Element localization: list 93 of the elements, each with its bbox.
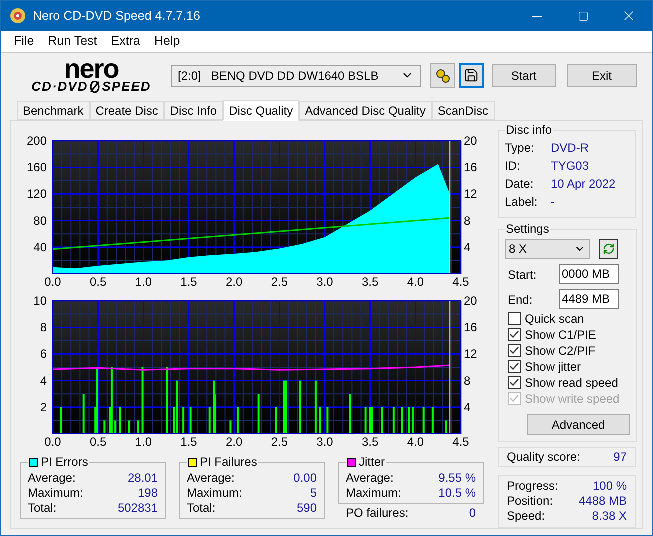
tick-label: 8 bbox=[464, 374, 471, 388]
tick-label: 1.0 bbox=[135, 275, 152, 289]
logo-text: nero bbox=[64, 58, 119, 80]
tick-label: 8 bbox=[40, 320, 47, 335]
info-label: Type: bbox=[505, 140, 536, 157]
tick-label: 16 bbox=[464, 160, 478, 175]
stat-label: Average: bbox=[28, 471, 76, 486]
checkbox-label: Show write speed bbox=[525, 390, 620, 408]
tick-label: 12 bbox=[464, 187, 478, 202]
field-label: Start: bbox=[508, 267, 538, 284]
stat-value: 590 bbox=[296, 501, 317, 516]
tick-label: 4.0 bbox=[407, 435, 424, 449]
group-title: Disc info bbox=[505, 122, 554, 139]
tick-label: 80 bbox=[34, 214, 47, 228]
tick-label: 20 bbox=[464, 294, 478, 308]
stat-value: 8.38 X bbox=[592, 509, 627, 524]
stat-value: 5 bbox=[310, 486, 317, 501]
stat-label: Position: bbox=[507, 494, 554, 509]
stat-value: 9.55 % bbox=[438, 471, 476, 486]
tick-label: 0.5 bbox=[90, 275, 107, 289]
stat-value: 502831 bbox=[118, 501, 158, 516]
tick-label: 0.0 bbox=[44, 435, 62, 449]
logo-text: SPEED bbox=[102, 80, 152, 93]
stat-value: 100 % bbox=[592, 479, 627, 494]
tick-label: 8 bbox=[464, 214, 471, 228]
tick-label: 120 bbox=[26, 187, 47, 202]
checkbox-label: Show C1/PIE bbox=[525, 326, 596, 344]
stat-label: Maximum: bbox=[187, 486, 242, 501]
stat-value: 10.5 % bbox=[438, 486, 476, 501]
tick-label: 200 bbox=[26, 134, 47, 148]
tick-label: 3.5 bbox=[362, 275, 379, 289]
tick-label: 1.5 bbox=[180, 275, 198, 289]
logo-text: CD·DVD bbox=[32, 80, 88, 93]
quality-label: Quality score: bbox=[507, 449, 580, 466]
tick-label: 16 bbox=[464, 320, 478, 335]
speed-value: 8 X bbox=[509, 241, 528, 258]
tick-label: 12 bbox=[464, 347, 478, 362]
group-title: PI Errors bbox=[41, 454, 88, 471]
tick-label: 4.0 bbox=[407, 275, 424, 289]
tick-label: 4 bbox=[464, 400, 471, 414]
stat-label: Progress: bbox=[507, 479, 558, 494]
info-label: Label: bbox=[505, 194, 539, 211]
tick-label: 1.0 bbox=[135, 435, 152, 449]
tick-label: 2.0 bbox=[226, 435, 243, 449]
field-label: End: bbox=[508, 292, 534, 309]
tick-label: 3.0 bbox=[316, 275, 334, 289]
tick-label: 0.5 bbox=[90, 435, 107, 449]
group-title: Jitter bbox=[359, 454, 386, 471]
info-value: DVD-R bbox=[551, 140, 589, 157]
info-label: Date: bbox=[505, 176, 535, 193]
stat-label: Maximum: bbox=[28, 486, 84, 501]
tick-label: 40 bbox=[34, 240, 47, 254]
info-value: - bbox=[551, 194, 555, 211]
info-value: TYG03 bbox=[551, 158, 590, 175]
checkbox-label: Show jitter bbox=[525, 358, 582, 376]
stat-value: 28.01 bbox=[128, 471, 158, 486]
checkbox-label: Quick scan bbox=[525, 310, 584, 328]
tick-label: 160 bbox=[26, 160, 47, 175]
tick-label: 4 bbox=[464, 240, 471, 254]
tick-label: 4 bbox=[40, 374, 47, 388]
tick-label: 6 bbox=[40, 347, 47, 362]
info-label: ID: bbox=[505, 158, 522, 175]
stat-value: 4488 MB bbox=[578, 494, 627, 509]
stat-label: Average: bbox=[187, 471, 235, 486]
tick-label: 4.5 bbox=[452, 435, 470, 449]
stat-value: 0 bbox=[469, 506, 476, 521]
tick-label: 2 bbox=[40, 400, 47, 414]
tick-label: 0.0 bbox=[44, 275, 62, 289]
info-value: 10 Apr 2022 bbox=[551, 176, 616, 193]
stat-label: Average: bbox=[346, 471, 394, 486]
tick-label: 3.0 bbox=[316, 435, 334, 449]
stat-label: Speed: bbox=[507, 509, 546, 524]
stat-label: Maximum: bbox=[346, 486, 402, 501]
tick-label: 2.5 bbox=[271, 435, 288, 449]
tick-label: 4.5 bbox=[452, 275, 470, 289]
stat-value: 0.00 bbox=[294, 471, 317, 486]
drive-value: [2:0] BENQ DVD DD DW1640 BSLB bbox=[178, 68, 379, 84]
tick-label: 20 bbox=[464, 134, 478, 148]
tick-label: 2.5 bbox=[271, 275, 288, 289]
checkbox-label: Show C2/PIF bbox=[525, 342, 596, 360]
tick-label: 1.5 bbox=[180, 435, 198, 449]
group-title: Settings bbox=[505, 221, 550, 238]
window-title: Nero CD-DVD Speed 4.7.7.16 bbox=[33, 8, 200, 25]
checkbox-label: Show read speed bbox=[525, 374, 618, 392]
stat-label: Total: bbox=[187, 501, 216, 516]
group-title: PI Failures bbox=[200, 454, 258, 471]
stat-label: Total: bbox=[28, 501, 57, 516]
tick-label: 2.0 bbox=[226, 275, 243, 289]
stat-value: 198 bbox=[138, 486, 158, 501]
quality-value: 97 bbox=[614, 449, 627, 466]
tick-label: 3.5 bbox=[362, 435, 379, 449]
tick-label: 10 bbox=[34, 294, 47, 308]
stat-label: PO failures: bbox=[346, 506, 409, 521]
